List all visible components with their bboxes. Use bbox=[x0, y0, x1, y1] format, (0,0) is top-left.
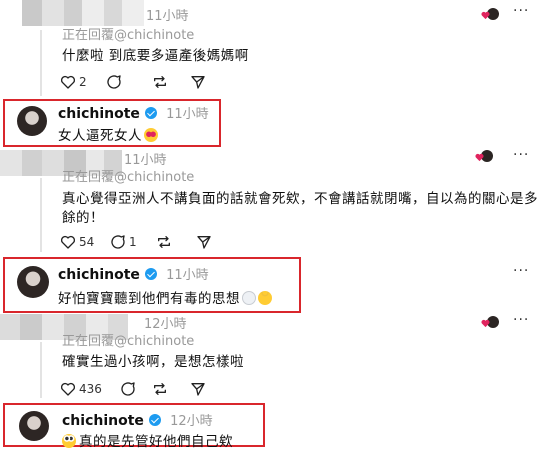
blurred-username bbox=[22, 0, 144, 26]
comment-text-line1: 真心覺得亞洲人不講負面的話就會死欸，不會講話就閉嘴，自以為的關心是多 bbox=[62, 191, 538, 207]
more-options-button[interactable]: ··· bbox=[513, 263, 529, 279]
reply-header: chichinote 11小時 bbox=[58, 103, 209, 122]
like-count: 436 bbox=[79, 382, 102, 396]
more-options-button[interactable]: ··· bbox=[513, 3, 529, 19]
repost-icon[interactable] bbox=[152, 381, 168, 397]
comment-text-line2: 餘的！ bbox=[62, 210, 104, 226]
share-icon[interactable] bbox=[190, 74, 206, 90]
comment-time: 12小時 bbox=[170, 414, 213, 429]
thought-bubble-emoji bbox=[242, 291, 256, 305]
liked-heart-icon bbox=[475, 153, 484, 162]
liked-heart-icon bbox=[481, 11, 490, 20]
thread-line bbox=[40, 178, 42, 252]
repost-icon[interactable] bbox=[152, 74, 168, 90]
thread-line bbox=[40, 342, 42, 398]
comment-text-content: 真的是先管好他們自己欸 bbox=[79, 434, 233, 450]
more-options-button[interactable]: ··· bbox=[513, 147, 529, 163]
reply-header: chichinote 12小時 bbox=[62, 410, 213, 429]
username[interactable]: chichinote bbox=[58, 106, 140, 122]
more-options-button[interactable]: ··· bbox=[513, 312, 529, 328]
reply-to-label: 正在回覆@chichinote bbox=[62, 334, 195, 349]
reply-to-label: 正在回覆@chichinote bbox=[62, 28, 195, 43]
heart-eyes-emoji bbox=[144, 128, 158, 142]
share-icon[interactable] bbox=[196, 234, 212, 250]
reply-icon[interactable] bbox=[110, 234, 126, 250]
like-count: 2 bbox=[79, 75, 87, 89]
comment-text: 確實生過小孩啊，是想怎樣啦 bbox=[62, 354, 244, 370]
reply-header: chichinote 11小時 bbox=[58, 264, 209, 283]
heart-icon[interactable] bbox=[60, 234, 76, 250]
verified-badge-icon bbox=[149, 414, 161, 426]
share-icon[interactable] bbox=[190, 381, 206, 397]
verified-badge-icon bbox=[145, 107, 157, 119]
heart-icon[interactable] bbox=[60, 74, 76, 90]
comment-text: 女人逼死女人 bbox=[58, 124, 158, 144]
comment-time: 11小時 bbox=[166, 268, 209, 283]
comment-text: 好怕寶寶聽到他們有毒的思想 bbox=[58, 287, 272, 307]
avatar[interactable] bbox=[17, 106, 47, 136]
comment-text-content: 女人逼死女人 bbox=[58, 128, 142, 144]
thread-line bbox=[40, 30, 42, 96]
reply-count: 1 bbox=[129, 235, 137, 249]
avatar[interactable] bbox=[17, 266, 49, 298]
comment-text: 真的是先管好他們自己欸 bbox=[62, 430, 233, 450]
eye-roll-emoji bbox=[62, 434, 76, 448]
reply-icon[interactable] bbox=[106, 74, 122, 90]
reply-icon[interactable] bbox=[120, 381, 136, 397]
liked-heart-icon bbox=[481, 319, 490, 328]
repost-icon[interactable] bbox=[156, 234, 172, 250]
username[interactable]: chichinote bbox=[62, 413, 144, 429]
like-count: 54 bbox=[79, 235, 95, 249]
verified-badge-icon bbox=[145, 268, 157, 280]
reply-to-label: 正在回覆@chichinote bbox=[62, 170, 195, 185]
angel-emoji bbox=[258, 291, 272, 305]
username[interactable]: chichinote bbox=[58, 267, 140, 283]
heart-icon[interactable] bbox=[60, 381, 76, 397]
comment-text-content: 好怕寶寶聽到他們有毒的思想 bbox=[58, 291, 240, 307]
comment-time: 11小時 bbox=[146, 9, 189, 24]
comment-text: 什麼啦 到底要多逼產後媽媽啊 bbox=[62, 48, 249, 64]
avatar[interactable] bbox=[19, 411, 49, 441]
comment-time: 11小時 bbox=[166, 107, 209, 122]
